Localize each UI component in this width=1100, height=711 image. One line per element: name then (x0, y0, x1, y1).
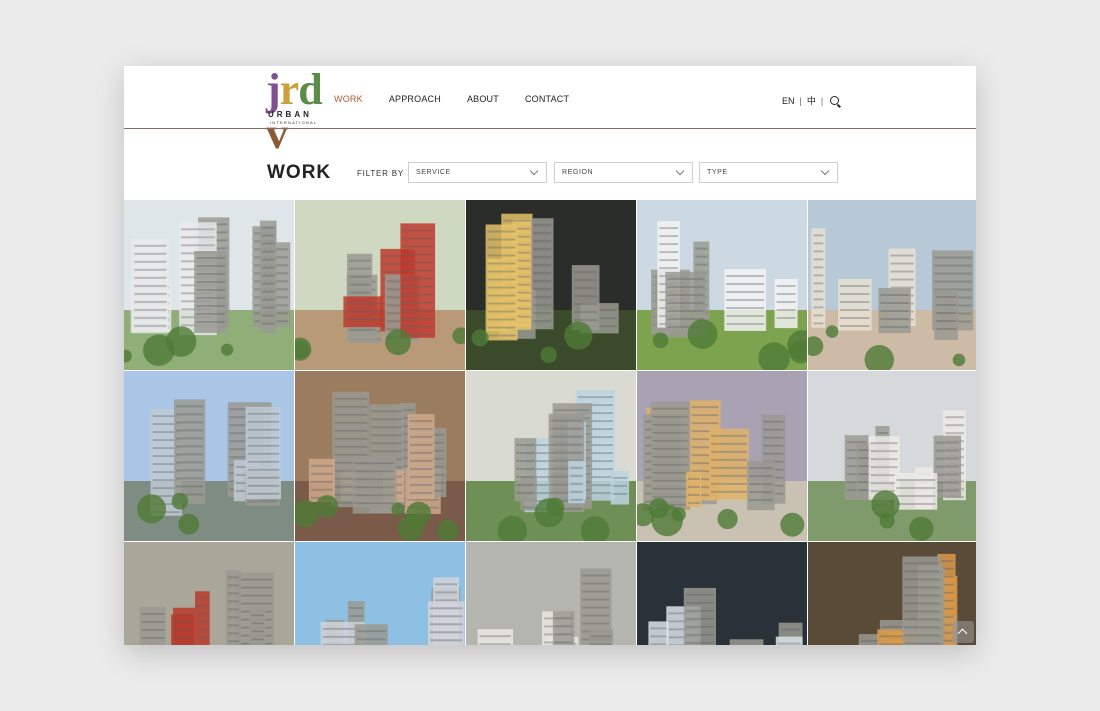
type-filter-value: TYPE (707, 169, 728, 176)
project-thumbnail[interactable] (466, 200, 636, 370)
nav-item-approach[interactable]: APPROACH (389, 94, 441, 104)
logo-letter-r: r (279, 66, 300, 114)
project-image (295, 542, 465, 645)
logo-letter-j: j (266, 66, 281, 114)
project-image (808, 200, 976, 370)
project-thumbnail[interactable] (295, 542, 465, 645)
header-divider (124, 128, 976, 129)
main-nav: WORK APPROACH ABOUT CONTACT (334, 94, 595, 104)
region-filter-value: REGION (562, 169, 594, 176)
brand-logo[interactable]: jrdv URBAN INTERNATIONAL (266, 66, 323, 156)
nav-item-contact[interactable]: CONTACT (525, 94, 569, 104)
project-thumbnail[interactable] (466, 542, 636, 645)
project-thumbnail[interactable] (124, 200, 294, 370)
chevron-down-icon (529, 166, 539, 176)
service-filter-value: SERVICE (416, 169, 451, 176)
logo-line-international: INTERNATIONAL (270, 120, 318, 125)
separator: | (799, 95, 802, 106)
project-image (466, 371, 636, 541)
scroll-to-top-button[interactable] (952, 621, 974, 643)
type-filter-select[interactable]: TYPE (699, 162, 838, 183)
project-image (466, 542, 636, 645)
project-image (637, 200, 807, 370)
site-header: jrdv URBAN INTERNATIONAL WORK APPROACH A… (124, 66, 976, 156)
project-image (295, 371, 465, 541)
project-image (808, 371, 976, 541)
project-grid (124, 200, 976, 645)
nav-item-work[interactable]: WORK (334, 94, 363, 104)
project-thumbnail[interactable] (124, 371, 294, 541)
filter-label: FILTER BY (357, 169, 405, 178)
project-image (808, 542, 976, 645)
project-image (124, 200, 294, 370)
project-image (466, 200, 636, 370)
project-thumbnail[interactable] (295, 371, 465, 541)
service-filter-select[interactable]: SERVICE (408, 162, 547, 183)
project-image (124, 542, 294, 645)
page-frame: jrdv URBAN INTERNATIONAL WORK APPROACH A… (124, 66, 976, 645)
project-image (637, 542, 807, 645)
logo-line-urban: URBAN (268, 110, 312, 119)
region-filter-select[interactable]: REGION (554, 162, 693, 183)
project-thumbnail[interactable] (637, 200, 807, 370)
project-image (295, 200, 465, 370)
project-image (124, 371, 294, 541)
separator: | (820, 95, 824, 106)
chevron-down-icon (675, 166, 685, 176)
nav-item-about[interactable]: ABOUT (467, 94, 499, 104)
project-thumbnail[interactable] (808, 542, 976, 645)
project-image (637, 371, 807, 541)
project-thumbnail[interactable] (637, 542, 807, 645)
utility-bar: EN | 中 | (782, 94, 840, 107)
project-thumbnail[interactable] (295, 200, 465, 370)
lang-en-link[interactable]: EN (782, 96, 795, 106)
page-title: WORK (267, 162, 332, 183)
project-thumbnail[interactable] (808, 200, 976, 370)
chevron-down-icon (820, 166, 830, 176)
search-icon[interactable] (830, 96, 840, 105)
project-thumbnail[interactable] (466, 371, 636, 541)
lang-zh-link[interactable]: 中 (807, 94, 816, 107)
project-thumbnail[interactable] (808, 371, 976, 541)
project-thumbnail[interactable] (637, 371, 807, 541)
project-thumbnail[interactable] (124, 542, 294, 645)
logo-letter-d: d (298, 66, 323, 114)
